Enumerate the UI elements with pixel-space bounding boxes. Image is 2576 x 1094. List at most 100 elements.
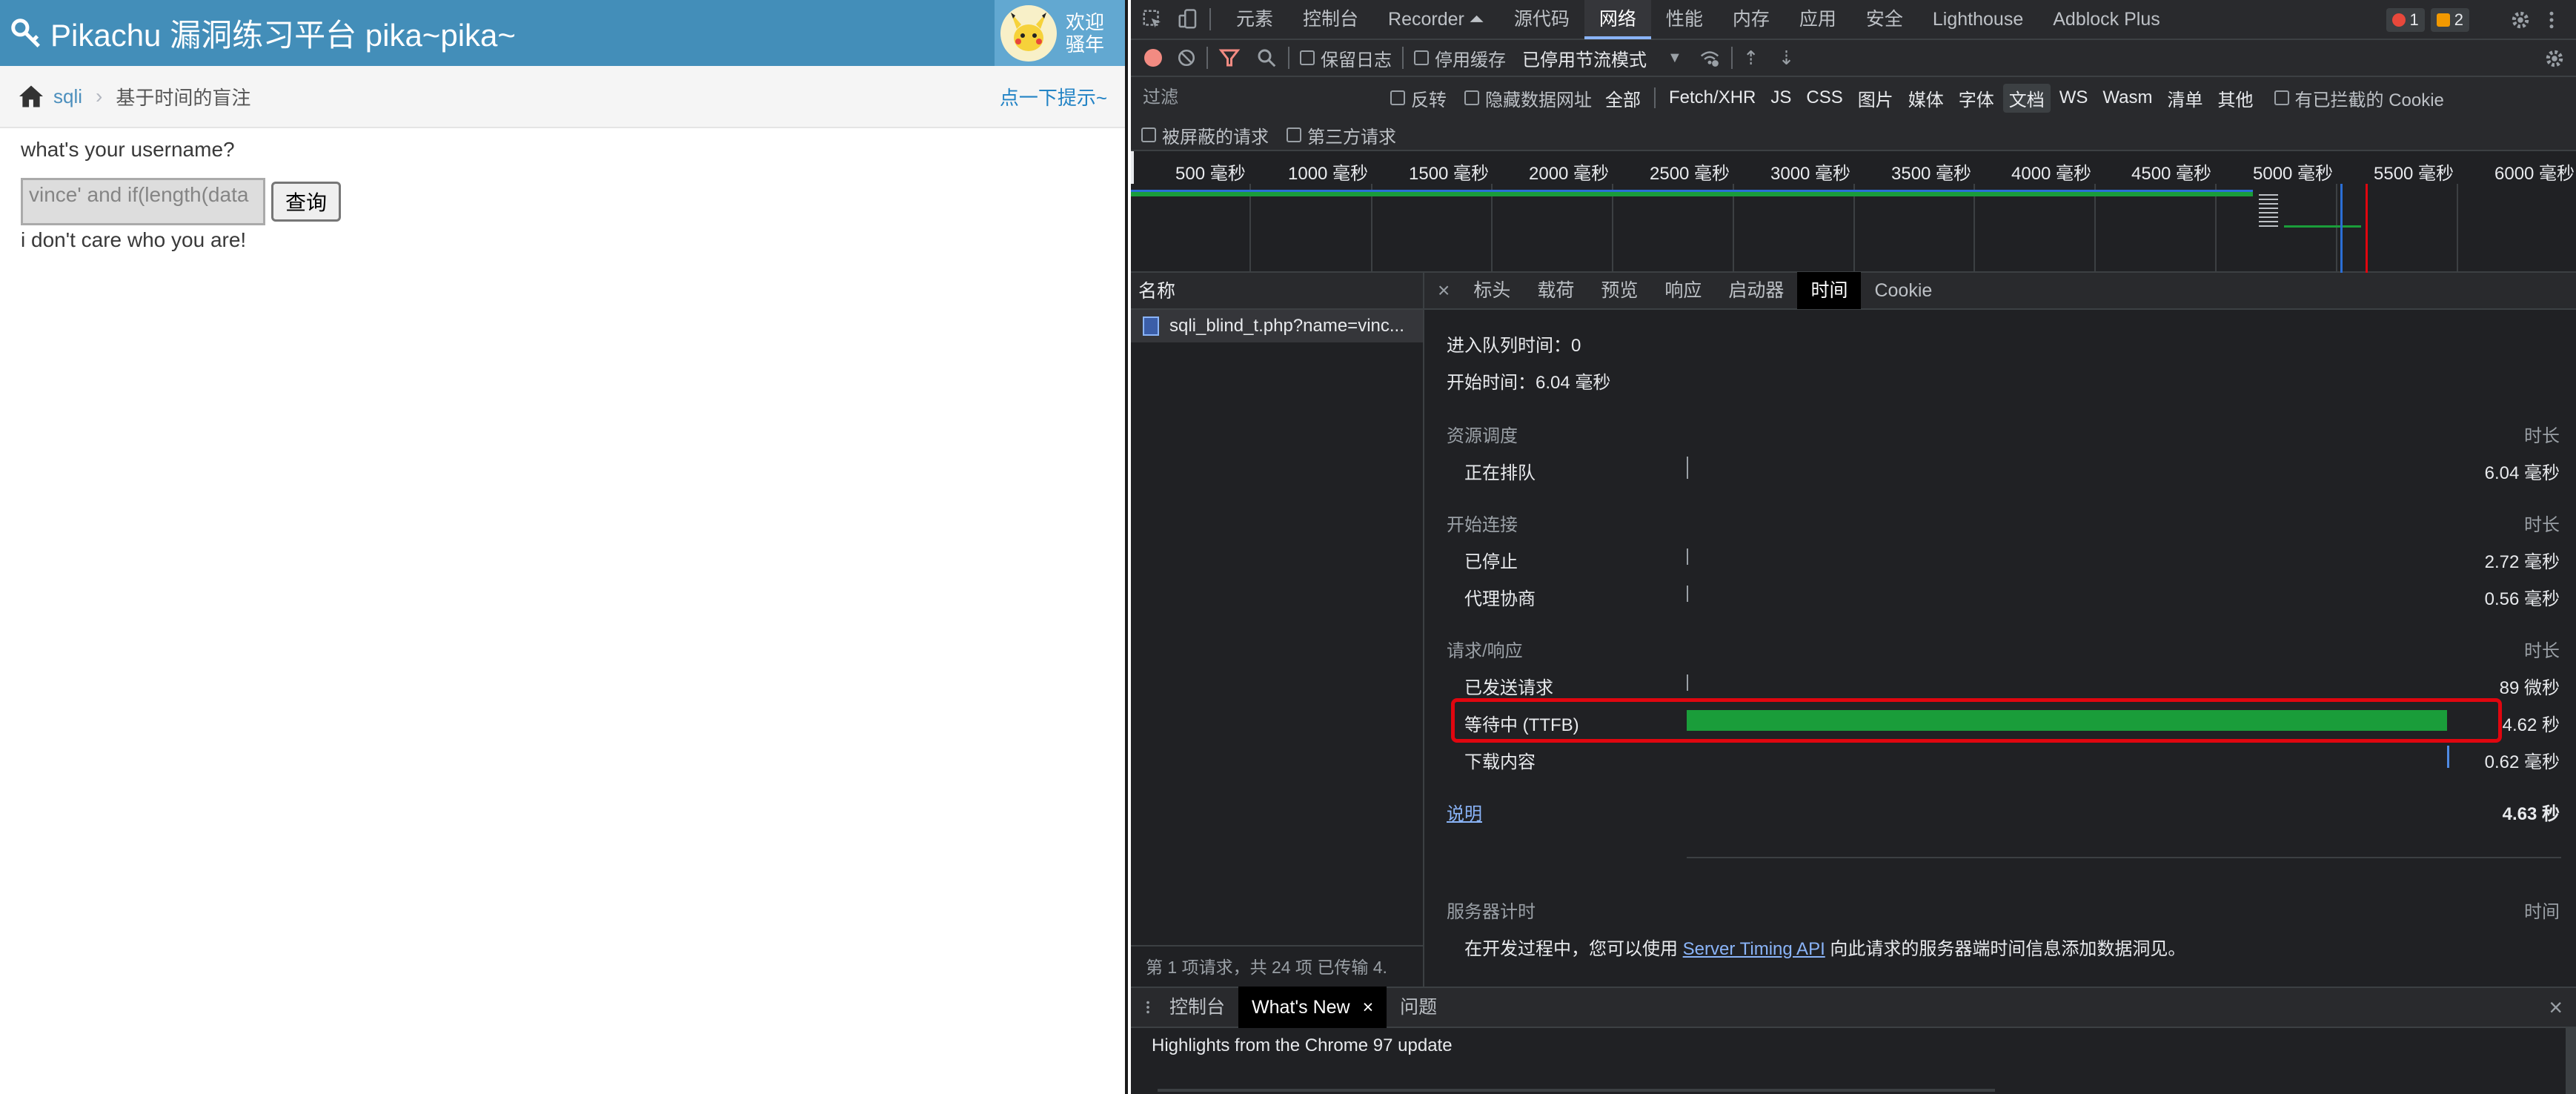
tab-security[interactable]: 安全: [1851, 0, 1918, 39]
import-har-icon[interactable]: ⇡: [1743, 47, 1759, 70]
filter-type-media[interactable]: 媒体: [1902, 84, 1950, 113]
tab-memory[interactable]: 内存: [1718, 0, 1785, 39]
network-conditions-icon[interactable]: [1699, 47, 1721, 69]
blocked-cookies-checkbox[interactable]: [2274, 90, 2289, 105]
network-overview-timeline[interactable]: 500 毫秒 1000 毫秒 1500 毫秒 2000 毫秒 2500 毫秒 3…: [1131, 151, 2576, 273]
close-drawer-icon[interactable]: ×: [2549, 994, 2563, 1021]
scrollbar[interactable]: [2566, 1028, 2576, 1094]
filter-type-doc[interactable]: 文档: [2002, 83, 2051, 113]
tab-payload[interactable]: 载荷: [1524, 272, 1587, 309]
tab-performance[interactable]: 性能: [1651, 0, 1718, 39]
filter-type-wasm[interactable]: Wasm: [2097, 86, 2158, 110]
blocked-requests-label: 被屏蔽的请求: [1162, 127, 1269, 147]
warning-icon: [2436, 13, 2450, 27]
timeline-cursor: [1131, 151, 1134, 184]
site-brand[interactable]: Pikachu 漏洞练习平台 pika~pika~: [9, 0, 516, 66]
record-icon[interactable]: [1144, 49, 1162, 67]
invert-checkbox[interactable]: [1390, 90, 1405, 105]
close-icon[interactable]: ×: [1363, 997, 1374, 1018]
grid-line: [2336, 184, 2337, 273]
filter-input[interactable]: 过滤: [1140, 83, 1377, 113]
duration-header: 时长: [2524, 426, 2560, 446]
filter-type-font[interactable]: 字体: [1953, 84, 2000, 113]
page-content: what's your username? vince' and if(leng…: [21, 138, 342, 252]
server-timing-text: 在开发过程中，您可以使用: [1464, 939, 1683, 959]
filter-icon[interactable]: [1218, 47, 1241, 69]
tab-lighthouse[interactable]: Lighthouse: [1918, 0, 2038, 39]
drawer-tab-whats-new[interactable]: What's New ×: [1238, 987, 1387, 1028]
hide-data-urls-checkbox[interactable]: [1464, 90, 1479, 105]
tab-headers[interactable]: 标头: [1460, 272, 1524, 309]
tab-recorder[interactable]: Recorder ⏶: [1373, 0, 1499, 39]
tab-cookies[interactable]: Cookie: [1861, 272, 1945, 309]
divider: [1209, 8, 1211, 30]
tab-sources[interactable]: 源代码: [1499, 0, 1584, 39]
close-icon[interactable]: ×: [1424, 279, 1460, 302]
tab-initiator[interactable]: 启动器: [1715, 272, 1797, 309]
filter-type-other[interactable]: 其他: [2212, 84, 2260, 113]
preserve-log-checkbox[interactable]: [1300, 50, 1315, 65]
filter-type-css[interactable]: CSS: [1800, 86, 1848, 110]
warning-badge[interactable]: 2: [2430, 8, 2469, 32]
filter-type-manifest[interactable]: 清单: [2162, 84, 2209, 113]
filter-type-ws[interactable]: WS: [2054, 86, 2094, 110]
tab-response[interactable]: 响应: [1651, 272, 1715, 309]
whats-new-panel: Highlights from the Chrome 97 update: [1131, 1028, 2576, 1094]
section-resource-scheduling: 资源调度: [1447, 426, 1518, 446]
timing-value-queueing: 6.04 毫秒: [2484, 463, 2560, 483]
inspect-element-icon[interactable]: [1141, 8, 1163, 30]
drawer-tab-console[interactable]: 控制台: [1156, 987, 1238, 1028]
breadcrumb-link-sqli[interactable]: sqli: [53, 85, 82, 108]
clear-icon[interactable]: [1177, 48, 1196, 67]
started-at: 开始时间：6.04 毫秒: [1447, 373, 1611, 393]
tab-console[interactable]: 控制台: [1288, 0, 1373, 39]
tab-preview[interactable]: 预览: [1587, 272, 1651, 309]
timing-bar-proxy: [1687, 586, 1688, 602]
settings-gear-icon[interactable]: [2509, 9, 2532, 31]
filter-type-all[interactable]: 全部: [1599, 84, 1647, 113]
throttling-select[interactable]: 已停用节流模式: [1522, 45, 1647, 71]
tab-network[interactable]: 网络: [1584, 0, 1651, 39]
detail-tab-bar: × 标头 载荷 预览 响应 启动器 时间 Cookie: [1424, 272, 2576, 310]
drawer-tab-issues[interactable]: 问题: [1387, 987, 1450, 1028]
tab-timing[interactable]: 时间: [1797, 272, 1862, 309]
filter-row-2: 被屏蔽的请求 第三方请求: [1141, 119, 1396, 151]
tab-elements[interactable]: 元素: [1221, 0, 1288, 39]
device-toolbar-icon[interactable]: [1177, 8, 1199, 30]
web-page: Pikachu 漏洞练习平台 pika~pika~ 欢迎 骚年 sqli › 基…: [0, 0, 1128, 1094]
request-bar-mini: [2259, 194, 2278, 228]
third-party-checkbox[interactable]: [1287, 127, 1301, 142]
filter-type-img[interactable]: 图片: [1852, 84, 1899, 113]
network-settings-icon[interactable]: [2543, 47, 2566, 70]
overview-tick-label: 2000 毫秒: [1529, 164, 1610, 184]
timing-value-download: 0.62 毫秒: [2484, 752, 2560, 772]
user-menu[interactable]: 欢迎 骚年: [995, 0, 1125, 66]
tab-application[interactable]: 应用: [1785, 0, 1851, 39]
hide-data-urls-label: 隐藏数据网址: [1485, 90, 1592, 110]
query-button[interactable]: 查询: [271, 182, 342, 222]
overview-tick-label: 4500 毫秒: [2131, 164, 2212, 184]
welcome-line: 骚年: [1066, 33, 1105, 56]
more-options-icon[interactable]: [2540, 9, 2563, 31]
filter-type-fetch-xhr[interactable]: Fetch/XHR: [1663, 86, 1762, 110]
hint-link[interactable]: 点一下提示~: [1000, 83, 1107, 110]
explanation-link[interactable]: 说明: [1447, 799, 1482, 825]
divider: [1730, 47, 1733, 69]
search-icon[interactable]: [1255, 47, 1278, 69]
blocked-requests-checkbox[interactable]: [1141, 127, 1156, 142]
server-timing-api-link[interactable]: Server Timing API: [1683, 939, 1825, 959]
drawer-menu-icon[interactable]: [1140, 996, 1156, 1018]
error-badge[interactable]: 1: [2386, 8, 2425, 32]
overview-tick-label: 500 毫秒: [1175, 164, 1246, 184]
export-har-icon[interactable]: ⇣: [1779, 47, 1795, 70]
username-input[interactable]: vince' and if(length(data: [21, 178, 265, 225]
disable-cache-checkbox[interactable]: [1414, 50, 1429, 65]
tab-adblock-plus[interactable]: Adblock Plus: [2038, 0, 2175, 39]
request-row[interactable]: sqli_blind_t.php?name=vinc...: [1131, 310, 1423, 342]
column-header-name[interactable]: 名称: [1131, 273, 1423, 310]
warning-count: 2: [2454, 10, 2463, 29]
home-icon[interactable]: [18, 84, 44, 108]
invert-label: 反转: [1411, 90, 1447, 110]
filter-type-js[interactable]: JS: [1765, 86, 1797, 110]
timing-label-queueing: 正在排队: [1464, 463, 1536, 483]
